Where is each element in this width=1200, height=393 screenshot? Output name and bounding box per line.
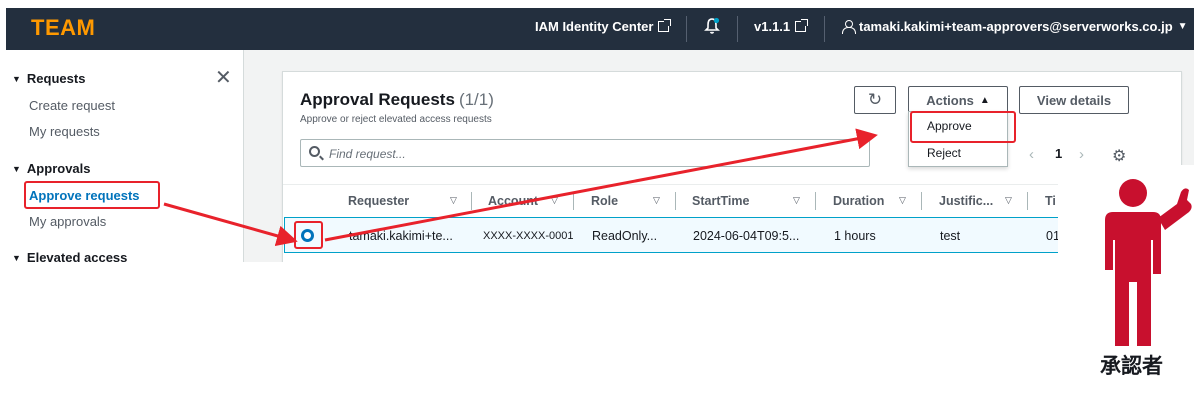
app-screenshot: TEAM IAM Identity Center v1.1.1 tamaki.k…: [6, 8, 1194, 262]
view-details-label: View details: [1036, 92, 1112, 108]
section-elevated-access-label: Elevated access: [26, 250, 128, 262]
sort-icon[interactable]: ▽: [551, 195, 558, 206]
section-requests-label: Requests: [26, 71, 86, 86]
version-label: v1.1.1: [754, 19, 791, 34]
section-approvals-label: Approvals: [26, 161, 91, 176]
panel-title-text: Approval Requests: [300, 90, 455, 109]
section-approvals[interactable]: ▼ Approvals: [12, 161, 91, 176]
bell-icon: [704, 17, 720, 34]
search-input[interactable]: Find request...: [300, 139, 870, 167]
section-requests[interactable]: ▼ Requests: [12, 71, 85, 86]
cell-requester: tamaki.kakimi+te...: [349, 229, 453, 243]
prev-page-button[interactable]: ‹: [1029, 146, 1034, 163]
column-justification[interactable]: Justific...: [939, 194, 993, 208]
approval-requests-panel: Approval Requests (1/1) Approve or reject…: [282, 71, 1183, 262]
sort-icon[interactable]: ▽: [450, 195, 457, 206]
side-navigation: ✕ ▼ Requests Create request My requests ▼…: [6, 50, 244, 262]
column-requester[interactable]: Requester: [348, 194, 409, 208]
user-icon: [842, 20, 856, 34]
actions-label: Actions: [926, 92, 974, 108]
approver-figure-icon: [1105, 179, 1192, 346]
page-title: Approval Requests (1/1): [300, 90, 494, 110]
cell-justification: test: [940, 229, 961, 243]
table-row[interactable]: tamaki.kakimi+te... XXXX-XXXX-0001 ReadO…: [284, 217, 1182, 253]
cell-account: XXXX-XXXX-0001: [483, 230, 574, 242]
sort-icon[interactable]: ▽: [653, 195, 660, 206]
column-role[interactable]: Role: [591, 194, 618, 208]
notifications-button[interactable]: [704, 17, 720, 35]
column-ticket[interactable]: Ti: [1045, 194, 1056, 208]
version-link[interactable]: v1.1.1: [754, 19, 809, 34]
highlight-radio: [294, 221, 323, 249]
section-elevated-access[interactable]: ▼ Elevated access: [12, 250, 127, 262]
gear-icon[interactable]: ⚙: [1112, 146, 1126, 166]
search-placeholder: Find request...: [329, 147, 406, 161]
next-page-button[interactable]: ›: [1079, 146, 1084, 163]
panel-count: (1/1): [458, 90, 494, 109]
cell-duration: 1 hours: [834, 229, 876, 243]
sidebar-item-my-requests[interactable]: My requests: [29, 124, 100, 139]
column-divider: [471, 192, 472, 210]
sort-icon[interactable]: ▽: [1005, 195, 1012, 206]
column-divider: [1027, 192, 1028, 210]
cell-role: ReadOnly...: [592, 229, 658, 243]
sidebar-item-my-approvals[interactable]: My approvals: [29, 214, 106, 229]
external-link-icon: [658, 19, 672, 32]
caret-down-icon: ▼: [12, 74, 21, 84]
current-page[interactable]: 1: [1055, 146, 1062, 161]
column-account[interactable]: Account: [488, 194, 538, 208]
sidebar-item-create-request[interactable]: Create request: [29, 98, 115, 113]
column-duration[interactable]: Duration: [833, 194, 884, 208]
approver-label: 承認者: [1100, 354, 1163, 378]
user-menu[interactable]: tamaki.kakimi+team-approvers@serverworks…: [842, 19, 1188, 34]
sort-icon[interactable]: ▽: [793, 195, 800, 206]
close-icon[interactable]: ✕: [215, 68, 232, 88]
nav-divider: [686, 16, 687, 42]
refresh-icon: ↻: [867, 90, 883, 109]
column-starttime[interactable]: StartTime: [692, 194, 749, 208]
stage: TEAM IAM Identity Center v1.1.1 tamaki.k…: [0, 0, 1200, 393]
nav-divider: [737, 16, 738, 42]
iam-identity-center-link[interactable]: IAM Identity Center: [535, 19, 672, 34]
view-details-button[interactable]: View details: [1019, 86, 1129, 114]
user-email: tamaki.kakimi+team-approvers@serverworks…: [859, 19, 1173, 34]
column-divider: [815, 192, 816, 210]
actions-button[interactable]: Actions ▲: [908, 86, 1008, 114]
search-icon: [309, 146, 320, 157]
team-logo[interactable]: TEAM: [31, 15, 95, 41]
caret-down-icon: ▼: [12, 164, 21, 174]
column-divider: [675, 192, 676, 210]
caret-down-icon: ▼: [12, 253, 21, 262]
refresh-button[interactable]: ↻: [854, 86, 896, 114]
column-divider: [573, 192, 574, 210]
top-navigation: TEAM IAM Identity Center v1.1.1 tamaki.k…: [6, 8, 1194, 50]
caret-up-icon: ▲: [979, 94, 990, 106]
highlight-approve: [910, 111, 1016, 143]
table-header: Requester ▽ Account ▽ Role ▽ StartTime ▽…: [283, 184, 1183, 216]
cell-start-time: 2024-06-04T09:5...: [693, 229, 800, 243]
sort-icon[interactable]: ▽: [899, 195, 906, 206]
column-divider: [921, 192, 922, 210]
external-link-icon: [795, 19, 809, 32]
iam-identity-center-label: IAM Identity Center: [535, 19, 654, 34]
actions-dropdown-menu: Approve Reject: [908, 111, 1016, 167]
menu-item-reject[interactable]: Reject: [927, 146, 961, 160]
panel-description: Approve or reject elevated access reques…: [300, 114, 492, 125]
highlight-approve-requests: [24, 181, 160, 209]
nav-divider: [824, 16, 825, 42]
caret-down-icon: ▼: [1177, 21, 1188, 32]
